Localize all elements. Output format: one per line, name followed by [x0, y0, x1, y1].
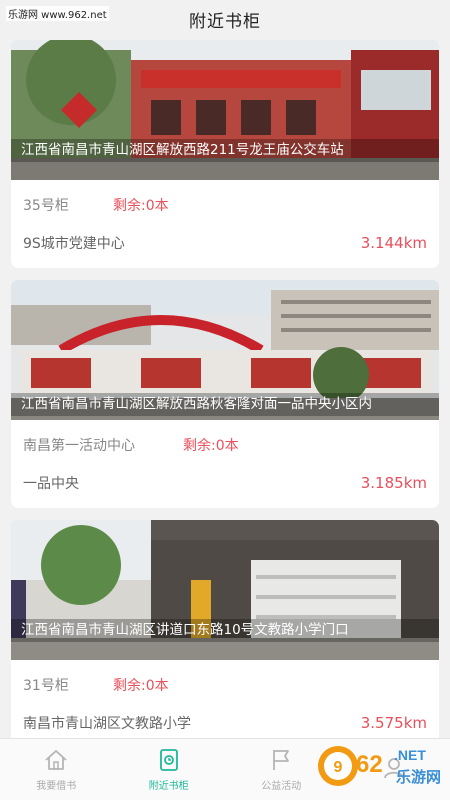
svg-text:62: 62 — [356, 751, 383, 778]
cabinet-distance: 3.144km — [360, 234, 427, 252]
tab-label: 公益活动 — [261, 781, 302, 792]
remaining-count: 剩余:0本 — [183, 438, 239, 454]
svg-text:.NET: .NET — [394, 747, 426, 763]
photo-caption: 江西省南昌市青山湖区解放西路秋客隆对面一品中央小区内 — [11, 393, 439, 416]
remaining-count: 剩余:0本 — [113, 678, 169, 694]
photo-caption: 江西省南昌市青山湖区讲道口东路10号文教路小学门口 — [11, 619, 439, 642]
cabinet-photo: 江西省南昌市青山湖区讲道口东路10号文教路小学门口 — [11, 520, 439, 660]
photo-caption: 江西省南昌市青山湖区解放西路211号龙王庙公交车站 — [11, 139, 439, 162]
cabinet-info: 31号柜 剩余:0本 南昌市青山湖区文教路小学 3.575km — [11, 660, 439, 740]
cabinet-location: 9S城市党建中心 — [23, 236, 125, 252]
cabinet-distance: 3.575km — [360, 714, 427, 732]
cabinet-photo: 江西省南昌市青山湖区解放西路秋客隆对面一品中央小区内 — [11, 280, 439, 420]
flag-icon — [273, 750, 290, 770]
svg-text:9: 9 — [334, 759, 343, 776]
cabinet-distance: 3.185km — [360, 474, 427, 492]
remaining-count: 剩余:0本 — [113, 198, 169, 214]
book-cabinet-icon — [159, 749, 178, 771]
cabinet-card[interactable]: 江西省南昌市青山湖区解放西路秋客隆对面一品中央小区内 南昌第一活动中心 剩余:0… — [11, 280, 439, 508]
cabinet-info: 南昌第一活动中心 剩余:0本 一品中央 3.185km — [11, 420, 439, 508]
cabinet-number: 35号柜 — [23, 198, 69, 214]
watermark-text: 乐游网 www.962.net — [6, 6, 109, 21]
watermark-logo: 9 62 .NET 乐游网 — [316, 736, 444, 796]
cabinet-list[interactable]: 江西省南昌市青山湖区解放西路211号龙王庙公交车站 35号柜 剩余:0本 9S城… — [0, 40, 450, 740]
tab-label: 附近书柜 — [148, 781, 189, 792]
tab-label: 我要借书 — [36, 781, 77, 792]
home-icon — [45, 750, 67, 770]
cabinet-number: 31号柜 — [23, 678, 69, 694]
tab-borrow-books[interactable]: 我要借书 — [0, 739, 113, 800]
cabinet-card[interactable]: 江西省南昌市青山湖区讲道口东路10号文教路小学门口 31号柜 剩余:0本 南昌市… — [11, 520, 439, 740]
cabinet-photo: 江西省南昌市青山湖区解放西路211号龙王庙公交车站 — [11, 40, 439, 180]
cabinet-number: 南昌第一活动中心 — [23, 438, 135, 454]
tab-nearby-cabinets[interactable]: 附近书柜 — [113, 739, 226, 800]
cabinet-location: 一品中央 — [23, 476, 79, 492]
cabinet-location: 南昌市青山湖区文教路小学 — [23, 716, 191, 732]
cabinet-info: 35号柜 剩余:0本 9S城市党建中心 3.144km — [11, 180, 439, 268]
cabinet-card[interactable]: 江西省南昌市青山湖区解放西路211号龙王庙公交车站 35号柜 剩余:0本 9S城… — [11, 40, 439, 268]
svg-text:乐游网: 乐游网 — [396, 768, 441, 786]
page-title: 附近书柜 — [189, 11, 261, 32]
